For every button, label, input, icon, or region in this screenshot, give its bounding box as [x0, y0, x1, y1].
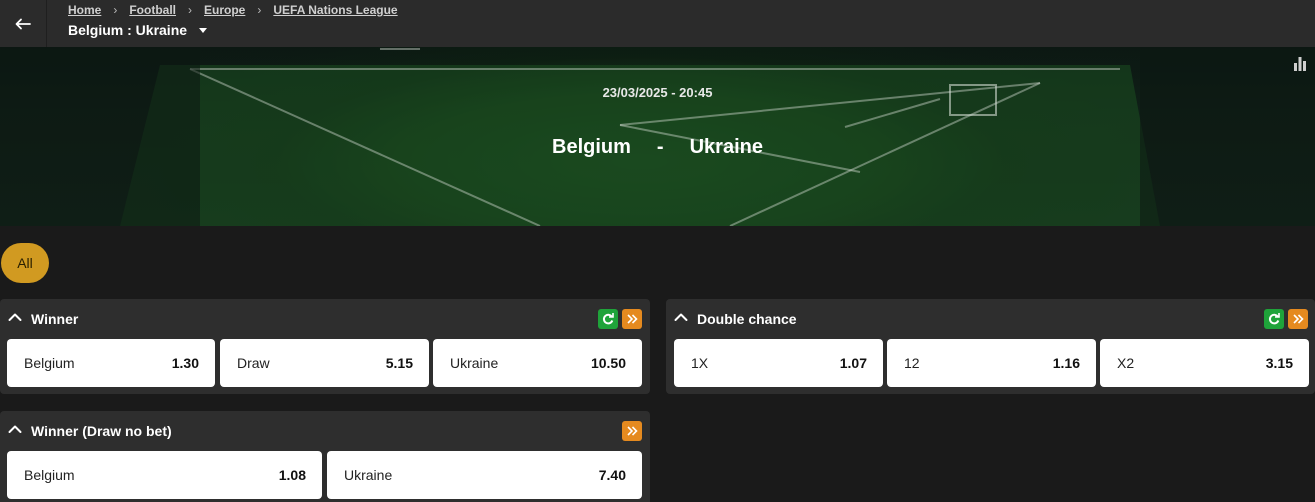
- breadcrumb-uefa-nations-league[interactable]: UEFA Nations League: [273, 3, 397, 17]
- market-header[interactable]: Winner (Draw no bet): [0, 411, 650, 449]
- match-date-time: 23/03/2025 - 20:45: [602, 85, 713, 100]
- outcome-odds: 10.50: [590, 355, 626, 371]
- outcome-odds: 1.30: [171, 355, 199, 371]
- outcome-odds: 1.07: [839, 355, 867, 371]
- caret-down-icon: [199, 27, 208, 33]
- top-bar: Home › Football › Europe › UEFA Nations …: [0, 0, 1315, 47]
- chevron-up-icon[interactable]: [8, 424, 22, 434]
- live-refresh-icon[interactable]: [1264, 309, 1284, 329]
- event-selector[interactable]: Belgium : Ukraine: [68, 22, 208, 38]
- more-markets-icon[interactable]: [1288, 309, 1308, 329]
- outcome-odds: 1.16: [1052, 355, 1080, 371]
- breadcrumb-home[interactable]: Home: [68, 3, 101, 17]
- market-title: Double chance: [697, 311, 797, 327]
- odd-button[interactable]: 1X 1.07: [674, 339, 883, 387]
- outcome-label: X2: [1117, 355, 1135, 371]
- team-separator: -: [656, 136, 664, 158]
- chevron-up-icon[interactable]: [8, 312, 22, 322]
- outcome-odds: 1.08: [278, 467, 306, 483]
- outcome-odds: 5.15: [385, 355, 413, 371]
- bar-chart-icon[interactable]: [1293, 55, 1307, 71]
- odd-button[interactable]: Draw 5.15: [220, 339, 429, 387]
- event-title: Belgium : Ukraine: [68, 22, 188, 38]
- away-team: Ukraine: [689, 136, 763, 158]
- outcome-label: 1X: [691, 355, 709, 371]
- breadcrumb: Home › Football › Europe › UEFA Nations …: [68, 3, 398, 17]
- odd-button[interactable]: X2 3.15: [1100, 339, 1309, 387]
- more-markets-icon[interactable]: [622, 421, 642, 441]
- filter-all-button[interactable]: All: [1, 243, 49, 283]
- match-banner: 23/03/2025 - 20:45 Belgium - Ukraine: [0, 47, 1315, 226]
- breadcrumb-separator: ›: [113, 3, 118, 17]
- odd-button[interactable]: Ukraine 7.40: [327, 451, 642, 499]
- market-winner: Winner Belgium 1.30 Draw 5.15 Ukraine 10…: [0, 299, 650, 394]
- odd-button[interactable]: Ukraine 10.50: [433, 339, 642, 387]
- chevron-up-icon[interactable]: [674, 312, 688, 322]
- market-title: Winner: [31, 311, 79, 327]
- outcome-label: Ukraine: [344, 467, 393, 483]
- live-refresh-icon[interactable]: [598, 309, 618, 329]
- breadcrumb-europe[interactable]: Europe: [204, 3, 245, 17]
- breadcrumb-separator: ›: [257, 3, 262, 17]
- home-team: Belgium: [552, 136, 631, 158]
- breadcrumb-football[interactable]: Football: [129, 3, 176, 17]
- match-teams: Belgium - Ukraine: [0, 136, 1315, 159]
- outcome-label: 12: [904, 355, 920, 371]
- arrow-left-icon: [15, 18, 31, 29]
- odd-button[interactable]: Belgium 1.08: [7, 451, 322, 499]
- market-double-chance: Double chance 1X 1.07 12 1.16 X2 3.15: [666, 299, 1315, 394]
- odd-button[interactable]: 12 1.16: [887, 339, 1096, 387]
- more-markets-icon[interactable]: [622, 309, 642, 329]
- back-button[interactable]: [0, 0, 47, 47]
- market-title: Winner (Draw no bet): [31, 423, 172, 439]
- market-header[interactable]: Double chance: [666, 299, 1315, 337]
- outcome-label: Belgium: [24, 467, 75, 483]
- outcome-label: Ukraine: [450, 355, 499, 371]
- market-header[interactable]: Winner: [0, 299, 650, 337]
- odd-button[interactable]: Belgium 1.30: [7, 339, 215, 387]
- outcome-label: Draw: [237, 355, 270, 371]
- outcome-label: Belgium: [24, 355, 75, 371]
- breadcrumb-separator: ›: [188, 3, 193, 17]
- outcome-odds: 7.40: [598, 467, 626, 483]
- outcome-odds: 3.15: [1265, 355, 1293, 371]
- market-winner-draw-no-bet: Winner (Draw no bet) Belgium 1.08 Ukrain…: [0, 411, 650, 502]
